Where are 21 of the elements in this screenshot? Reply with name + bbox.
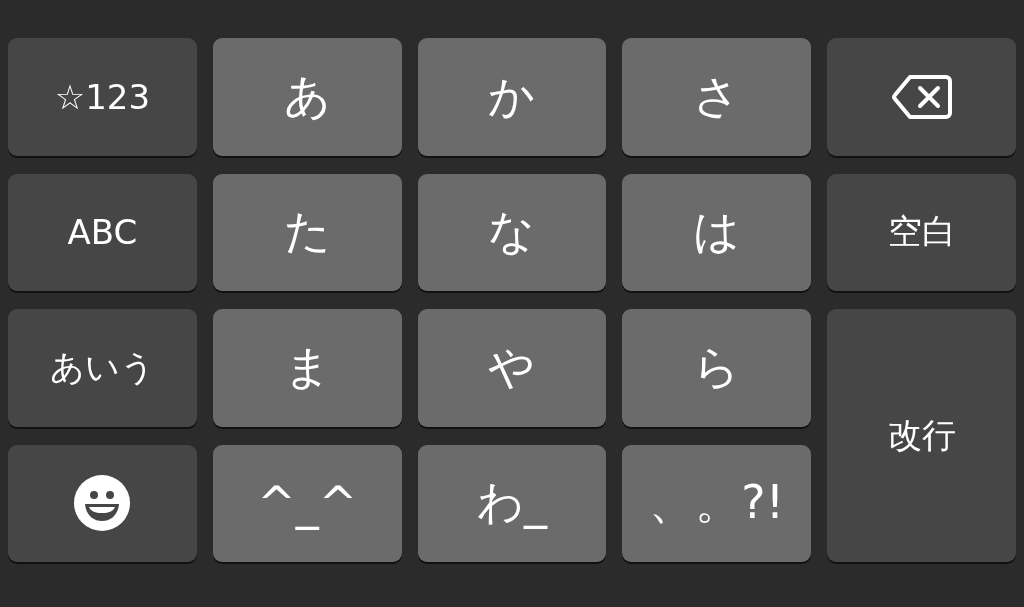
keyboard-key[interactable]: 空白 [827,173,1016,291]
emoji-key[interactable] [8,444,197,562]
keyboard-key[interactable]: ^_^ [212,444,402,562]
keyboard-key[interactable]: な [417,173,607,291]
keyboard-key[interactable]: ま [212,309,402,427]
keyboard-key[interactable]: か [417,38,607,156]
smiley-icon [74,475,131,532]
keyboard-key[interactable]: ら [622,309,812,427]
return-key[interactable]: 改行 [827,309,1016,562]
backspace-icon [891,73,952,120]
keyboard-key[interactable]: ☆123 [8,38,197,156]
keyboard-key[interactable]: あ [212,38,402,156]
backspace-key[interactable] [827,38,1016,156]
keyboard-key[interactable]: さ [622,38,812,156]
keyboard-key[interactable]: 、。?! [622,444,812,562]
keyboard-key[interactable]: や [417,309,607,427]
keyboard-key[interactable]: あいう [8,309,197,427]
keyboard-key[interactable]: た [212,173,402,291]
keyboard-key[interactable]: ABC [8,173,197,291]
keyboard-key[interactable]: は [622,173,812,291]
keyboard-key[interactable]: わ_ [417,444,607,562]
